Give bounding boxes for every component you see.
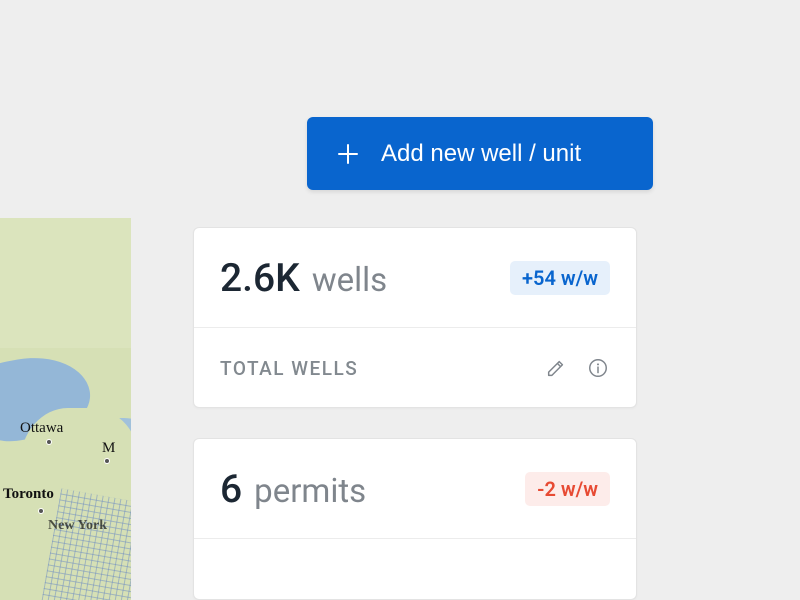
stat-unit: wells: [312, 261, 387, 300]
stat-metric: 2.6K wells: [220, 255, 387, 301]
map-city-label: Toronto: [3, 486, 54, 503]
stat-value: 2.6K: [220, 255, 300, 301]
add-button-label: Add new well / unit: [381, 140, 581, 168]
map-preview[interactable]: Ottawa Toronto M New York: [0, 218, 131, 600]
stat-card-permits: 6 permits -2 w/w: [193, 438, 637, 600]
map-city-label: New York: [48, 518, 107, 534]
pencil-icon: [545, 357, 567, 379]
stat-card-bottom: TOTAL WELLS: [194, 328, 636, 408]
stat-delta-badge: -2 w/w: [525, 472, 610, 506]
plus-icon: [337, 143, 359, 165]
map-city-label: Ottawa: [20, 420, 63, 437]
stat-delta-badge: +54 w/w: [510, 261, 610, 295]
stat-unit: permits: [254, 472, 366, 511]
stat-title: TOTAL WELLS: [220, 357, 358, 380]
info-button[interactable]: [586, 356, 610, 380]
stat-card-actions: [544, 356, 610, 380]
map-city-label: M: [102, 440, 115, 457]
stat-card-top: 2.6K wells +54 w/w: [194, 228, 636, 328]
add-well-unit-button[interactable]: Add new well / unit: [307, 117, 653, 190]
edit-button[interactable]: [544, 356, 568, 380]
info-icon: [587, 357, 609, 379]
stat-card-wells: 2.6K wells +54 w/w TOTAL WELLS: [193, 227, 637, 408]
stat-card-bottom: [194, 539, 636, 600]
stat-value: 6: [220, 466, 242, 512]
stat-card-top: 6 permits -2 w/w: [194, 439, 636, 539]
stat-metric: 6 permits: [220, 466, 366, 512]
